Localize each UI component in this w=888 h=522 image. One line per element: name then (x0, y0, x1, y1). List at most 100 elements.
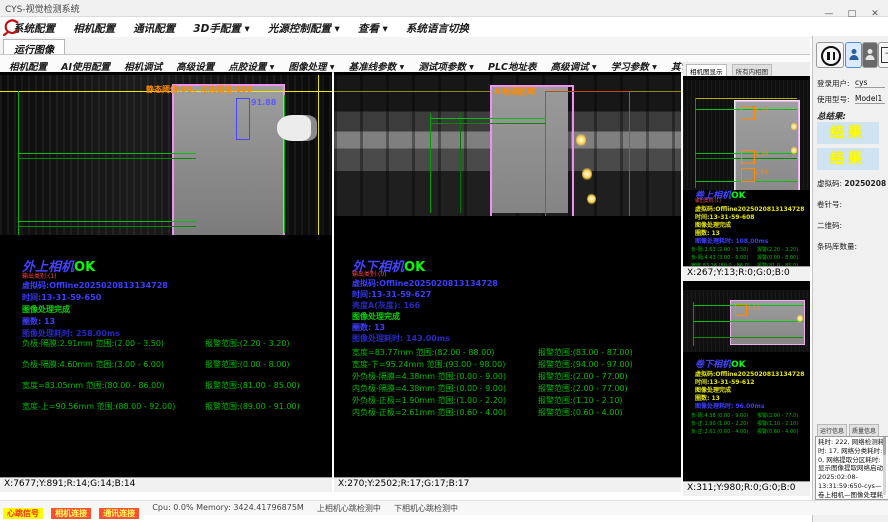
time-line: 时间:13-31-59-650 (22, 292, 101, 303)
yellow-line-overlay (695, 98, 797, 99)
menu-item-comm-config[interactable]: 通讯配置 (133, 21, 175, 36)
tool-ai-config[interactable]: AI使用配置 (61, 59, 110, 73)
exit-button[interactable]: → (878, 42, 888, 68)
virtual-code-label: 虚拟码: 20250208 (817, 178, 886, 189)
thumb-tab-strip: 相机图显示 所有内相图 前相内相图 (683, 62, 810, 77)
tool-camera-config[interactable]: 相机配置 (9, 59, 47, 73)
tool-advanced-debug[interactable]: 高级调试 ▾ (551, 59, 597, 73)
bottom-thumb-pane: 4.38 卷下相机OK 虚拟码:Offline2025020813134728 … (683, 281, 810, 496)
tool-baseline-params[interactable]: 基准线参数 ▾ (349, 59, 405, 73)
upper-cam-heartbeat-text: 上相机心跳检测中 (317, 503, 381, 514)
user-icon (866, 47, 875, 60)
process-done-line: 图像处理完成 (352, 311, 400, 322)
measurement-row: 外负极-隔膜=4.38mm 范围:(0.00 - 9.00) 报警范围:(2.0… (352, 371, 506, 382)
ok-status: OK (731, 191, 746, 201)
barcode-count-label: 条码库数量: (817, 241, 857, 252)
left-camera-image[interactable]: 91.88 静态阈值:93，动态阈值:100 (0, 75, 332, 235)
app-window: CYS-视觉检测系统 — □ ✕ 系统配置 相机配置 通讯配置 3D手配置 ▾ … (0, 0, 888, 522)
measurement-row: 负-隔:4.43 (3.00 - 6.00) 报警(0.00 - 8.00) (691, 254, 748, 261)
tab-run-image[interactable]: 运行图像 (3, 39, 65, 54)
measurement-value: 负-正:2.61 (0.60 - 4.00) (691, 429, 748, 435)
mid-camera-pane: AI检测区域 外下相机OK 输出类别:(0) 虚拟码:Offline202502… (334, 72, 681, 492)
menu-item-3d-config[interactable]: 3D手配置 ▾ (193, 21, 249, 36)
total-result-label: 总结果: (817, 110, 846, 122)
alarm-range: 报警(2.00 - 77.0) (757, 412, 798, 419)
tool-learning-params[interactable]: 学习参数 ▾ (611, 59, 657, 73)
measurement-value: 负-隔:4.38 (0.00 - 9.00) (691, 413, 748, 419)
defect-box-label: 4.38 (755, 151, 768, 158)
log-scrollbar-thumb[interactable] (883, 437, 886, 455)
cpu-memory-text: Cpu: 0.0% Memory: 3424.41796875M (152, 503, 304, 512)
measurement-value: 负-正:1.90 (1.00 - 2.20) (691, 421, 748, 427)
pixel-coordinate-bar: X:270;Y:2502;R:17;G:17;B:17 (334, 477, 681, 492)
measurement-row: 宽度-下=95.24mm 范围:(93.00 - 98.00) 报警范围:(94… (352, 359, 505, 370)
probe-box-overlay (236, 98, 250, 140)
tool-advanced-settings[interactable]: 高级设置 (176, 59, 214, 73)
alarm-range: 报警范围:(0.60 - 4.00) (538, 407, 623, 418)
green-line-overlay (18, 153, 196, 154)
measurement-row: 外负极-正极=1.90mm 范围:(1.00 - 2.20) 报警范围:(1.1… (352, 395, 506, 406)
virtual-code-caption: 虚拟码: (817, 179, 842, 188)
elapsed-line: 图像处理耗时: 143.00ms (352, 333, 450, 344)
measurement-row: 宽度=83.05mm 范围:(80.00 - 86.00) 报警范围:(81.0… (22, 380, 164, 391)
measurement-value: 宽度=83.05mm 范围:(80.00 - 86.00) (22, 381, 164, 390)
measurement-row: 负-正:2.61 (0.60 - 4.00) 报警(0.60 - 4.00) (691, 428, 748, 435)
measurement-row: 内负极-隔膜=4.38mm 范围:(0.00 - 9.00) 报警范围:(2.0… (352, 383, 506, 394)
elapsed-line: 图像处理耗时: 96.00ms (695, 401, 764, 410)
alarm-range: 报警范围:(94.00 - 97.00) (538, 359, 633, 370)
elapsed-line: 图像处理耗时: 108.00ms (695, 236, 768, 245)
user-icon (849, 47, 858, 60)
measurement-value: 负-隔:2.63 (2.00 - 3.50) (691, 247, 748, 253)
result-badge-bottom: 结果 (817, 148, 879, 170)
green-vline-overlay (695, 98, 696, 188)
measurement-row: 负-隔:2.63 (2.00 - 3.50) 报警(2.20 - 3.20) (691, 246, 748, 253)
ai-region-label: AI检测区域 (494, 86, 535, 97)
alarm-range: 报警范围:(0.00 - 8.00) (205, 359, 290, 370)
model-value[interactable]: Model1 (855, 94, 885, 104)
log-text-area[interactable]: 耗时: 222, 网络检测耗时: 17, 网络分类耗时: 0, 网络提取分区耗时… (815, 436, 888, 500)
reflection-glint (587, 193, 596, 205)
top-thumb-pane: 4.43 4.38 2.61 卷上相机OK 输出类别:(1) 虚拟码:Offli… (683, 76, 810, 281)
defect-box-overlay (735, 304, 747, 316)
login-user-value: cys (855, 78, 885, 88)
measurement-value: 宽度-下=95.24mm 范围:(93.00 - 98.00) (352, 360, 505, 369)
menu-item-view[interactable]: 查看 ▾ (358, 21, 388, 36)
output-class-label: 输出类别:(0) (352, 269, 387, 278)
login-user-button[interactable] (845, 42, 862, 68)
tool-image-processing[interactable]: 图像处理 ▾ (288, 59, 334, 73)
threshold-label: 静态阈值:93，动态阈值:100 (146, 84, 252, 95)
green-line-overlay (430, 123, 546, 124)
tool-glue-settings[interactable]: 点胶设置 ▾ (228, 59, 274, 73)
operator-user-button[interactable] (862, 42, 878, 68)
measurement-value: 外负极-隔膜=4.38mm 范围:(0.00 - 9.00) (352, 372, 506, 381)
tool-plc-address[interactable]: PLC地址表 (488, 59, 537, 73)
alarm-range: 报警(1.10 - 2.10) (757, 420, 798, 427)
top-thumb-image[interactable]: 4.43 4.38 2.61 (683, 80, 810, 190)
menu-item-language[interactable]: 系统语言切换 (406, 21, 469, 36)
time-line: 时间:13-31-59-627 (352, 289, 431, 300)
measurement-row: 负极-隔膜:2.91mm 范围:(2.00 - 3.50) 报警范围:(2.20… (22, 338, 164, 349)
model-label: 使用型号: (817, 94, 850, 105)
alarm-range: 报警范围:(2.20 - 3.20) (205, 338, 290, 349)
menu-item-light-config[interactable]: 光源控制配置 ▾ (268, 21, 340, 36)
login-user-label: 登录用户: (817, 78, 850, 89)
green-vline-overlay (18, 91, 19, 235)
turns-line: 圈数: 13 (352, 322, 385, 333)
probe-value-label: 91.88 (251, 98, 276, 107)
pause-button[interactable] (816, 42, 844, 68)
tool-camera-debug[interactable]: 相机调试 (124, 59, 162, 73)
tool-test-params[interactable]: 测试项参数 ▾ (418, 59, 474, 73)
mid-camera-image[interactable]: AI检测区域 (334, 75, 681, 216)
measurement-row: 宽度-上=90.56mm 范围:(88.00 - 92.00) 报警范围:(89… (22, 401, 175, 412)
measurement-row: 内负极-正极=2.61mm 范围:(0.60 - 4.00) 报警范围:(0.6… (352, 407, 506, 418)
alarm-range: 报警(0.60 - 4.00) (757, 428, 798, 435)
alarm-range: 报警范围:(1.10 - 2.10) (538, 395, 623, 406)
menu-item-camera-config[interactable]: 相机配置 (73, 21, 115, 36)
virtual-code-line: 虚拟码:Offline2025020813134728 (352, 278, 498, 289)
defect-box-overlay (741, 106, 755, 120)
alarm-range: 报警范围:(2.00 - 77.00) (538, 383, 628, 394)
reflection-glint (791, 146, 797, 155)
measurement-value: 内负极-正极=2.61mm 范围:(0.60 - 4.00) (352, 408, 506, 417)
bottom-thumb-image[interactable]: 4.38 (683, 290, 810, 352)
bottom-status-bar: 心跳信号 相机连接 通讯连接 Cpu: 0.0% Memory: 3424.41… (0, 500, 888, 515)
